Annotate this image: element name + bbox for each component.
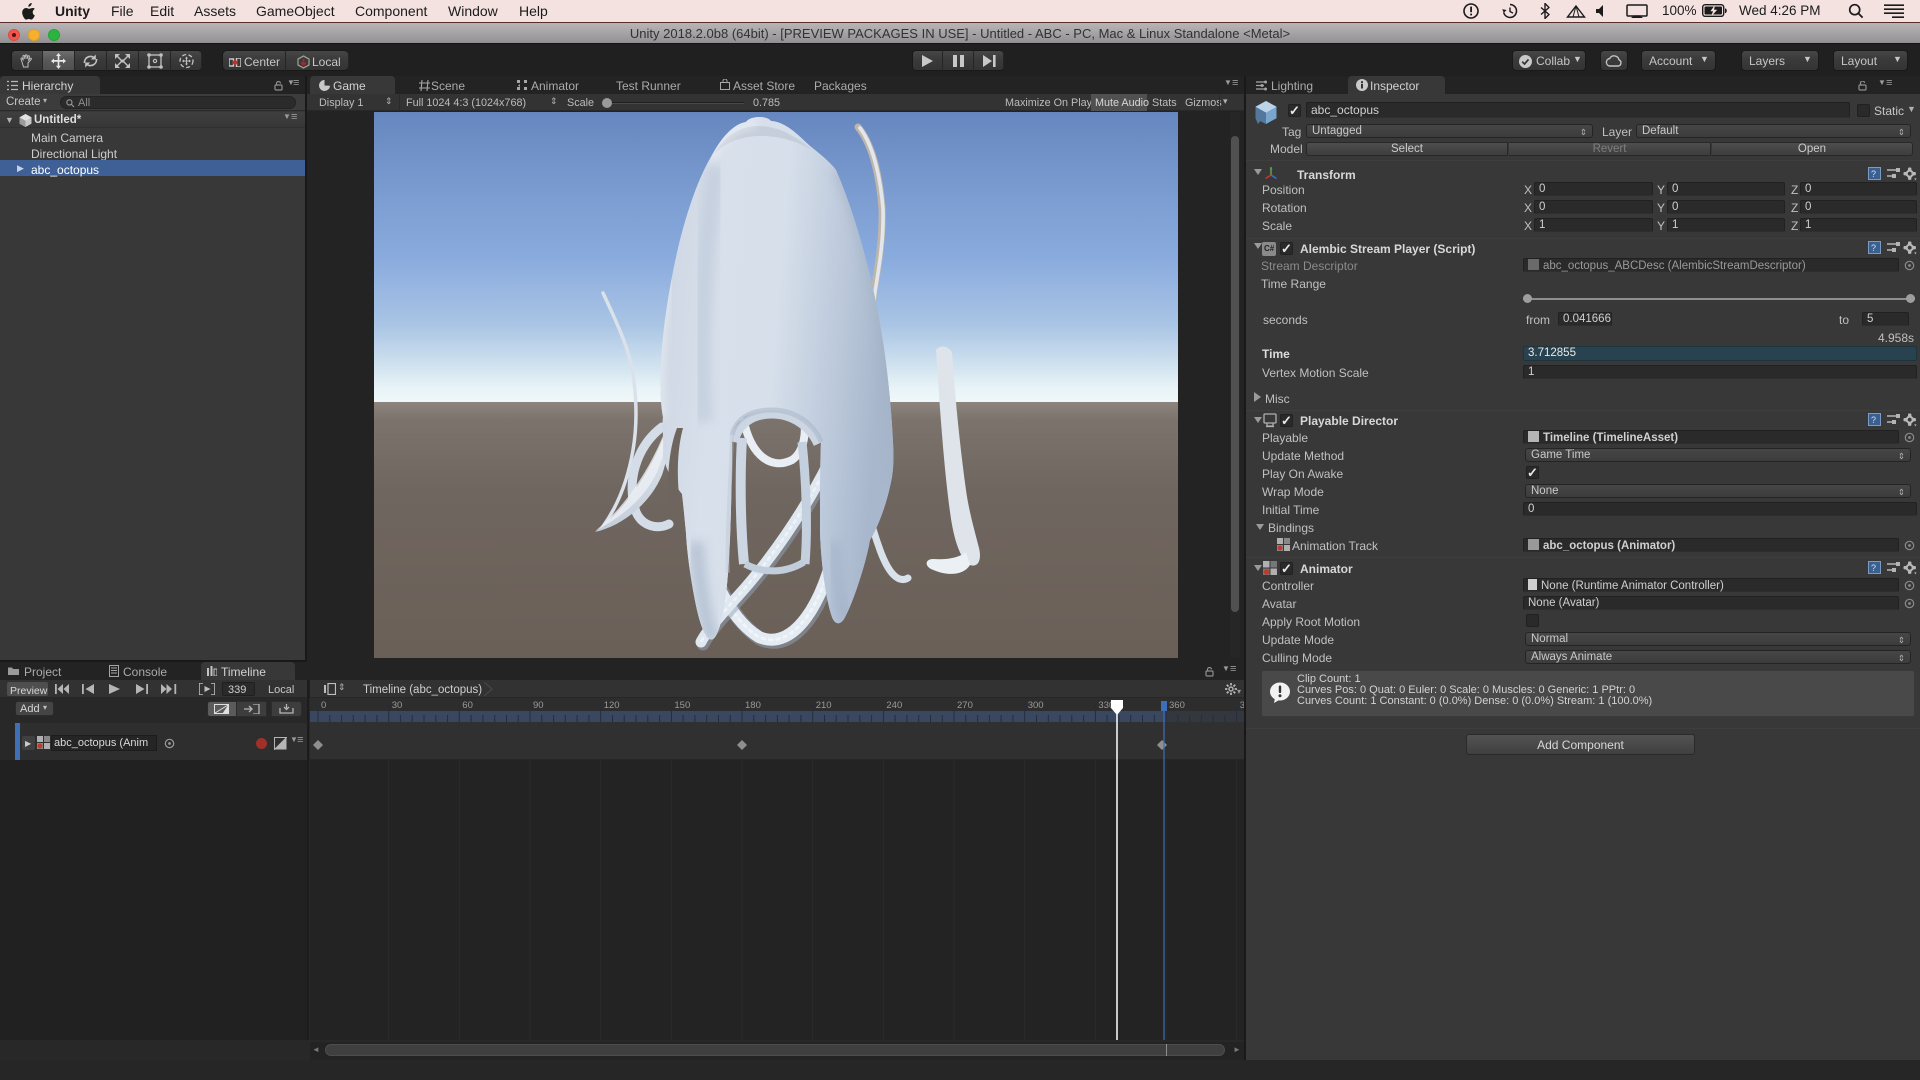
- svg-text:300: 300: [1028, 700, 1044, 711]
- svg-text:0: 0: [321, 700, 326, 711]
- svg-text:360: 360: [1169, 700, 1185, 711]
- svg-text:270: 270: [957, 700, 973, 711]
- svg-text:90: 90: [533, 700, 544, 711]
- svg-text:60: 60: [462, 700, 473, 711]
- svg-text:?: ?: [1871, 415, 1876, 425]
- svg-text:?: ?: [1871, 563, 1876, 573]
- svg-text:240: 240: [886, 700, 902, 711]
- svg-text:120: 120: [604, 700, 620, 711]
- svg-text:30: 30: [392, 700, 403, 711]
- svg-text:?: ?: [1871, 169, 1876, 179]
- svg-text:390: 390: [1240, 700, 1244, 711]
- svg-text:150: 150: [674, 700, 690, 711]
- svg-text:?: ?: [1871, 243, 1876, 253]
- svg-text:180: 180: [745, 700, 761, 711]
- svg-text:210: 210: [816, 700, 832, 711]
